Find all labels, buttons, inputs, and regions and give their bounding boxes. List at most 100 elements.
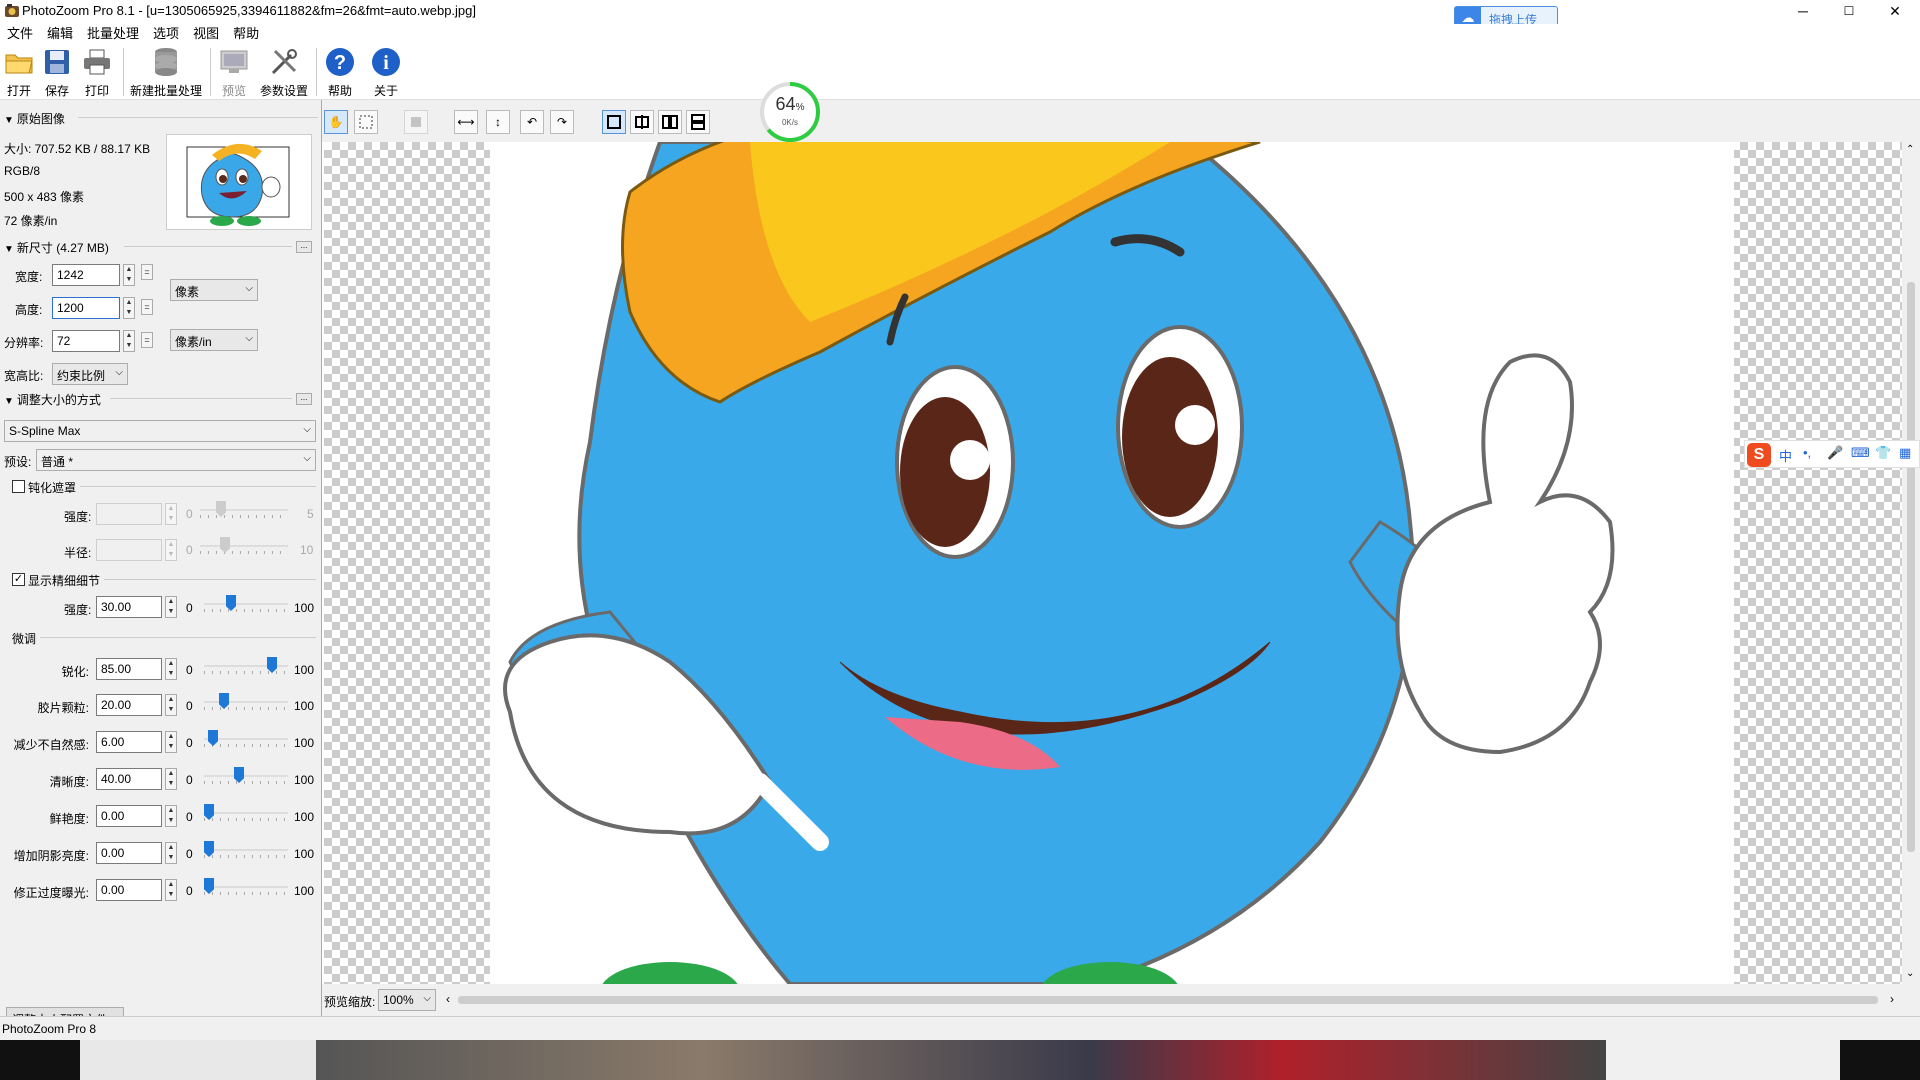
scroll-up-arrow-icon[interactable]: ⌃	[1906, 144, 1914, 155]
unsharp-strength-slider[interactable]	[200, 500, 288, 520]
fine-detail-slider[interactable]	[204, 594, 288, 614]
side-by-side-view-button[interactable]	[658, 110, 682, 134]
width-equals-button[interactable]: =	[141, 264, 153, 280]
new-batch-button[interactable]: 新建批量处理	[128, 46, 204, 99]
tuning-value-input[interactable]: 0.00	[96, 805, 162, 827]
width-spinner[interactable]: ▲ ▼	[123, 264, 135, 286]
resize-method-header[interactable]: ▼ 调整大小的方式	[4, 391, 101, 408]
tuning-spinner[interactable]: ▲ ▼	[165, 879, 177, 901]
tuning-value-input[interactable]: 0.00	[96, 842, 162, 864]
top-bottom-view-button[interactable]	[686, 110, 710, 134]
rotate-right-button[interactable]: ↷	[550, 110, 574, 134]
height-equals-button[interactable]: =	[141, 299, 153, 315]
preview-button[interactable]: 预览	[216, 46, 252, 99]
scroll-right-arrow-icon[interactable]: ›	[1890, 992, 1894, 1006]
close-button[interactable]: ✕	[1872, 0, 1918, 24]
split-view-icon	[635, 115, 649, 129]
resolution-spinner[interactable]: ▲ ▼	[123, 330, 135, 352]
resize-method-more-button[interactable]: ...	[296, 393, 312, 405]
open-button[interactable]: 打开	[2, 46, 36, 99]
keyboard-icon[interactable]: ⌨	[1851, 445, 1870, 461]
size-unit-select[interactable]: 像素 ⌵	[170, 279, 258, 301]
ime-chinese-mode[interactable]: 中	[1779, 446, 1792, 465]
rotate-left-button[interactable]: ↶	[520, 110, 544, 134]
scroll-down-arrow-icon[interactable]: ⌄	[1906, 968, 1914, 979]
tuning-spinner[interactable]: ▲ ▼	[165, 842, 177, 864]
split-view-button[interactable]	[630, 110, 654, 134]
tuning-spinner[interactable]: ▲ ▼	[165, 658, 177, 680]
tuning-value-input[interactable]: 40.00	[96, 768, 162, 790]
tuning-slider[interactable]	[204, 840, 288, 860]
resolution-equals-button[interactable]: =	[141, 332, 153, 348]
crop-button[interactable]	[404, 110, 428, 134]
tuning-spinner[interactable]: ▲ ▼	[165, 731, 177, 753]
algorithm-select[interactable]: S-Spline Max ⌵	[4, 420, 316, 442]
fine-detail-strength-spinner[interactable]: ▲ ▼	[165, 596, 177, 618]
fit-width-button[interactable]: ⟷	[454, 110, 478, 134]
vertical-scroll-thumb[interactable]	[1907, 282, 1915, 852]
scroll-left-arrow-icon[interactable]: ‹	[446, 992, 450, 1006]
chevron-down-icon: ⌵	[303, 453, 311, 464]
original-image-header[interactable]: ▼ 原始图像	[4, 110, 65, 127]
menu-view[interactable]: 视图	[186, 24, 226, 44]
tuning-slider[interactable]	[204, 877, 288, 897]
unsharp-radius-spinner[interactable]: ▲ ▼	[165, 539, 177, 561]
menu-file[interactable]: 文件	[0, 24, 40, 44]
hand-tool-button[interactable]: ✋	[324, 110, 348, 134]
sogou-logo-icon[interactable]: S	[1747, 443, 1771, 467]
main-toolbar: 打开 保存 打印 新建批量处理 预览 参数设置 ? 帮助 i 关于	[0, 44, 1920, 100]
tuning-value-input[interactable]: 20.00	[96, 694, 162, 716]
preset-select[interactable]: 普通 * ⌵	[36, 449, 316, 471]
menu-edit[interactable]: 编辑	[40, 24, 80, 44]
menu-bar: 文件 编辑 批量处理 选项 视图 帮助	[0, 24, 1920, 44]
horizontal-scroll-thumb[interactable]	[458, 996, 1878, 1004]
crop-selection-tool-button[interactable]	[354, 110, 378, 134]
save-button[interactable]: 保存	[40, 46, 74, 99]
single-view-button[interactable]	[602, 110, 626, 134]
new-size-header[interactable]: ▼ 新尺寸 (4.27 MB)	[4, 239, 109, 256]
unsharp-strength-input[interactable]	[96, 503, 162, 525]
fine-detail-checkbox[interactable]: ✓	[12, 573, 25, 586]
height-spinner[interactable]: ▲ ▼	[123, 297, 135, 319]
print-button[interactable]: 打印	[80, 46, 114, 99]
menu-options[interactable]: 选项	[146, 24, 186, 44]
vertical-scrollbar[interactable]: ⌃ ⌄	[1902, 142, 1920, 984]
new-size-more-button[interactable]: ...	[296, 241, 312, 253]
maximize-button[interactable]: ☐	[1826, 0, 1872, 24]
height-input[interactable]: 1200	[52, 297, 120, 319]
tuning-spinner[interactable]: ▲ ▼	[165, 768, 177, 790]
aspect-ratio-select[interactable]: 约束比例 ⌵	[52, 363, 128, 385]
resolution-input[interactable]: 72	[52, 330, 120, 352]
skin-icon[interactable]: 👕	[1875, 445, 1891, 461]
help-button[interactable]: ? 帮助	[322, 46, 358, 99]
minimize-button[interactable]: ─	[1780, 0, 1826, 24]
fit-height-button[interactable]: ↕	[486, 110, 510, 134]
collapse-triangle-icon: ▼	[4, 396, 14, 407]
settings-button[interactable]: 参数设置	[258, 46, 310, 99]
tuning-spinner[interactable]: ▲ ▼	[165, 694, 177, 716]
width-input[interactable]: 1242	[52, 264, 120, 286]
tuning-slider[interactable]	[204, 766, 288, 786]
tuning-value-input[interactable]: 6.00	[96, 731, 162, 753]
tuning-slider[interactable]	[204, 656, 288, 676]
tuning-slider[interactable]	[204, 803, 288, 823]
fine-detail-strength-input[interactable]: 30.00	[96, 596, 162, 618]
unsharp-radius-slider[interactable]	[200, 536, 288, 556]
unsharp-strength-spinner[interactable]: ▲ ▼	[165, 503, 177, 525]
ime-punctuation[interactable]: •,	[1803, 445, 1811, 460]
menu-batch[interactable]: 批量处理	[80, 24, 146, 44]
about-button[interactable]: i 关于	[368, 46, 404, 99]
unsharp-mask-checkbox[interactable]	[12, 480, 25, 493]
menu-help[interactable]: 帮助	[226, 24, 266, 44]
toolbox-icon[interactable]: ▦	[1899, 445, 1911, 461]
microphone-icon[interactable]: 🎤	[1827, 445, 1843, 461]
tuning-slider[interactable]	[204, 692, 288, 712]
unsharp-radius-input[interactable]	[96, 539, 162, 561]
resolution-unit-select[interactable]: 像素/in ⌵	[170, 329, 258, 351]
tuning-value-input[interactable]: 85.00	[96, 658, 162, 680]
preview-zoom-select[interactable]: 100% ⌵	[378, 989, 436, 1011]
tuning-slider[interactable]	[204, 729, 288, 749]
tuning-spinner[interactable]: ▲ ▼	[165, 805, 177, 827]
tuning-value-input[interactable]: 0.00	[96, 879, 162, 901]
preview-canvas[interactable]	[324, 142, 1902, 984]
